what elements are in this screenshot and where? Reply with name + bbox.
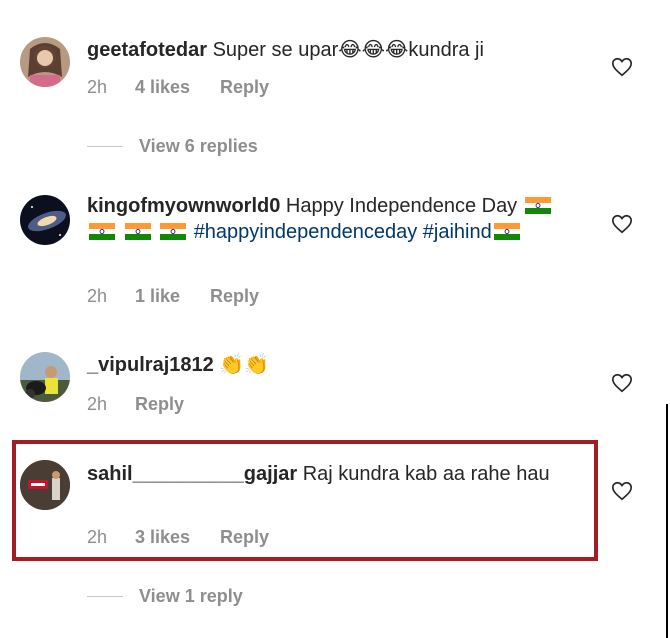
divider-line	[666, 404, 668, 638]
view-replies-label[interactable]: View 6 replies	[139, 136, 258, 157]
comment-text: _vipulraj1812 👏👏	[87, 351, 557, 378]
view-replies-button[interactable]: View 6 replies	[87, 136, 258, 157]
hashtag-link[interactable]: #jaihind	[423, 221, 492, 243]
heart-icon[interactable]	[611, 56, 633, 78]
comment-meta: 2h 1 like Reply	[87, 286, 259, 307]
likes-count[interactable]: 1 like	[135, 286, 180, 307]
comment-body: Super se upar	[212, 39, 339, 61]
comment-time: 2h	[87, 527, 108, 547]
comment-meta: 2h 4 likes Reply	[87, 77, 269, 98]
likes-count[interactable]: 3 likes	[135, 527, 190, 548]
avatar[interactable]	[20, 352, 70, 402]
heart-icon[interactable]	[611, 372, 633, 394]
comment-meta: 2h Reply	[87, 394, 184, 415]
divider-line	[87, 596, 123, 597]
reply-button[interactable]: Reply	[210, 286, 259, 307]
divider-line	[87, 146, 123, 147]
comment-text: sahil__________gajjar Raj kundra kab aa …	[87, 461, 557, 487]
india-flag-icon	[158, 221, 188, 243]
comment-body: Raj kundra kab aa rahe hau	[302, 463, 550, 485]
avatar[interactable]	[20, 195, 70, 245]
heart-icon[interactable]	[611, 480, 633, 502]
likes-count[interactable]: 4 likes	[135, 77, 190, 98]
reply-button[interactable]: Reply	[220, 527, 269, 548]
reply-button[interactable]: Reply	[220, 77, 269, 98]
comment-text: kingofmyownworld0 Happy Independence Day…	[87, 193, 557, 245]
avatar[interactable]	[20, 37, 70, 87]
comment-username[interactable]: sahil__________gajjar	[87, 463, 297, 485]
india-flag-icon	[492, 221, 522, 243]
india-flag-icon	[87, 221, 117, 243]
heart-icon[interactable]	[611, 213, 633, 235]
hashtag-link[interactable]: #happyindependenceday	[194, 221, 418, 243]
view-replies-label[interactable]: View 1 reply	[139, 586, 243, 607]
comment-time: 2h	[87, 394, 108, 414]
comment-text: geetafotedar Super se upar😂😂😂kundra ji	[87, 36, 557, 63]
india-flag-icon	[123, 221, 153, 243]
clapping-emoji: 👏👏	[219, 352, 270, 376]
comment-body: Happy Independence Day	[285, 195, 518, 217]
laughing-emoji: 😂😂😂	[338, 37, 409, 61]
comment-username[interactable]: geetafotedar	[87, 39, 207, 61]
comment-username[interactable]: kingofmyownworld0	[87, 195, 280, 217]
comment-time: 2h	[87, 77, 108, 97]
comment-time: 2h	[87, 286, 108, 306]
comment-body-end: kundra ji	[408, 39, 484, 61]
avatar[interactable]	[20, 460, 70, 510]
comment-username[interactable]: _vipulraj1812	[87, 354, 214, 376]
comment-meta: 2h 3 likes Reply	[87, 527, 269, 548]
india-flag-icon	[523, 195, 553, 217]
reply-button[interactable]: Reply	[135, 394, 184, 415]
view-replies-button[interactable]: View 1 reply	[87, 586, 243, 607]
